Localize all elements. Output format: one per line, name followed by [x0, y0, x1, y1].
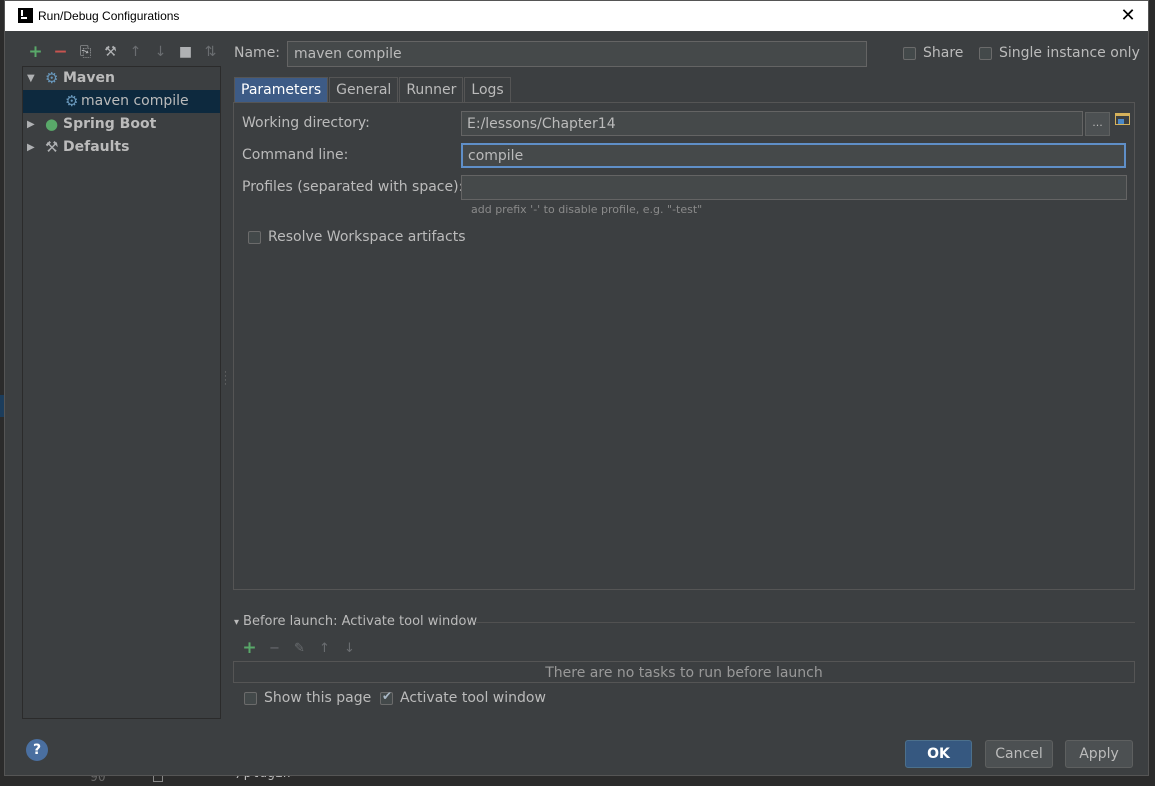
tree-item-maven[interactable]: ▼ ⚙ Maven	[23, 67, 220, 90]
remove-task-icon[interactable]: −	[262, 639, 287, 657]
single-instance-label: Single instance only	[999, 45, 1140, 61]
expand-arrow-icon[interactable]: ▼	[27, 67, 37, 90]
tree-item-defaults[interactable]: ▶ ⚒ Defaults	[23, 136, 220, 159]
profiles-input[interactable]	[461, 175, 1127, 200]
remove-config-icon[interactable]: −	[48, 43, 73, 61]
edit-defaults-icon[interactable]: ⚒	[98, 43, 123, 61]
tree-label-maven-compile: maven compile	[81, 93, 189, 109]
defaults-wrench-icon: ⚒	[45, 138, 59, 156]
close-icon[interactable]: ✕	[1116, 3, 1140, 27]
profiles-label: Profiles (separated with space):	[242, 179, 464, 195]
name-label: Name:	[234, 45, 281, 61]
browse-button[interactable]: ...	[1085, 112, 1110, 136]
sort-icon[interactable]: ⇅	[198, 43, 223, 61]
before-launch-title: Before launch: Activate tool window	[243, 614, 478, 629]
resolve-workspace-label: Resolve Workspace artifacts	[268, 229, 466, 245]
before-launch-task-list: There are no tasks to run before launch	[233, 661, 1135, 683]
collapse-arrow-icon[interactable]: ▾	[234, 617, 239, 628]
tab-general[interactable]: General	[329, 77, 399, 103]
splitter-handle[interactable]: · · · ·	[224, 369, 227, 390]
tree-item-spring-boot[interactable]: ▶ ● Spring Boot	[23, 113, 220, 136]
move-up-icon[interactable]: ↑	[123, 43, 148, 61]
show-this-page-checkbox[interactable]	[244, 692, 257, 705]
activate-tool-window-label: Activate tool window	[400, 690, 546, 706]
name-input[interactable]	[287, 41, 867, 67]
expand-arrow-icon[interactable]: ▶	[27, 113, 37, 136]
resolve-workspace-checkbox[interactable]	[248, 231, 261, 244]
before-launch-toolbar: + − ✎ ↑ ↓	[237, 638, 362, 658]
add-task-icon[interactable]: +	[237, 638, 262, 658]
working-dir-input[interactable]	[461, 111, 1083, 136]
move-task-down-icon[interactable]: ↓	[337, 639, 362, 657]
folder-icon[interactable]: ■	[173, 43, 198, 61]
help-icon[interactable]: ?	[26, 739, 48, 761]
separator-line	[475, 622, 1135, 623]
tree-label-defaults: Defaults	[63, 139, 130, 155]
tab-parameters[interactable]: Parameters	[234, 77, 329, 103]
maven-config-icon: ⚙	[65, 92, 79, 110]
apply-button[interactable]: Apply	[1065, 740, 1133, 768]
spring-boot-icon: ●	[45, 115, 59, 133]
tab-logs[interactable]: Logs	[464, 77, 511, 103]
tree-item-maven-compile[interactable]: ⚙ maven compile	[23, 90, 220, 113]
show-this-page-label: Show this page	[264, 690, 372, 706]
edit-task-icon[interactable]: ✎	[287, 639, 312, 657]
share-label: Share	[923, 45, 964, 61]
tab-runner[interactable]: Runner	[399, 77, 464, 103]
config-toolbar: + − ⎘ ⚒ ↑ ↓ ■ ⇅	[23, 43, 223, 61]
expand-arrow-icon[interactable]: ▶	[27, 136, 37, 159]
command-line-label: Command line:	[242, 147, 349, 163]
copy-config-icon[interactable]: ⎘	[73, 43, 98, 61]
ok-button[interactable]: OK	[905, 740, 972, 768]
move-task-up-icon[interactable]: ↑	[312, 639, 337, 657]
before-launch-header[interactable]: ▾ Before launch: Activate tool window	[234, 614, 477, 629]
move-down-icon[interactable]: ↓	[148, 43, 173, 61]
config-tabs: Parameters General Runner Logs	[234, 77, 512, 103]
working-dir-label: Working directory:	[242, 115, 370, 131]
window-title: Run/Debug Configurations	[38, 9, 180, 23]
intellij-app-icon	[18, 8, 33, 23]
tree-label-spring-boot: Spring Boot	[63, 116, 157, 132]
cancel-button[interactable]: Cancel	[985, 740, 1053, 768]
module-folder-icon[interactable]	[1115, 113, 1130, 125]
config-tree: ▼ ⚙ Maven ⚙ maven compile ▶ ● Spring Boo…	[22, 66, 221, 719]
add-config-icon[interactable]: +	[23, 43, 48, 61]
activate-tool-window-checkbox[interactable]	[380, 689, 393, 705]
share-checkbox[interactable]	[903, 47, 916, 60]
run-debug-dialog: Run/Debug Configurations ✕ + − ⎘ ⚒ ↑ ↓ ■…	[4, 0, 1149, 776]
command-line-input[interactable]	[461, 143, 1126, 168]
maven-gear-icon: ⚙	[45, 69, 59, 87]
profiles-hint: add prefix '-' to disable profile, e.g. …	[471, 203, 703, 216]
single-instance-checkbox[interactable]	[979, 47, 992, 60]
title-bar: Run/Debug Configurations ✕	[5, 1, 1148, 31]
tree-label-maven: Maven	[63, 70, 115, 86]
